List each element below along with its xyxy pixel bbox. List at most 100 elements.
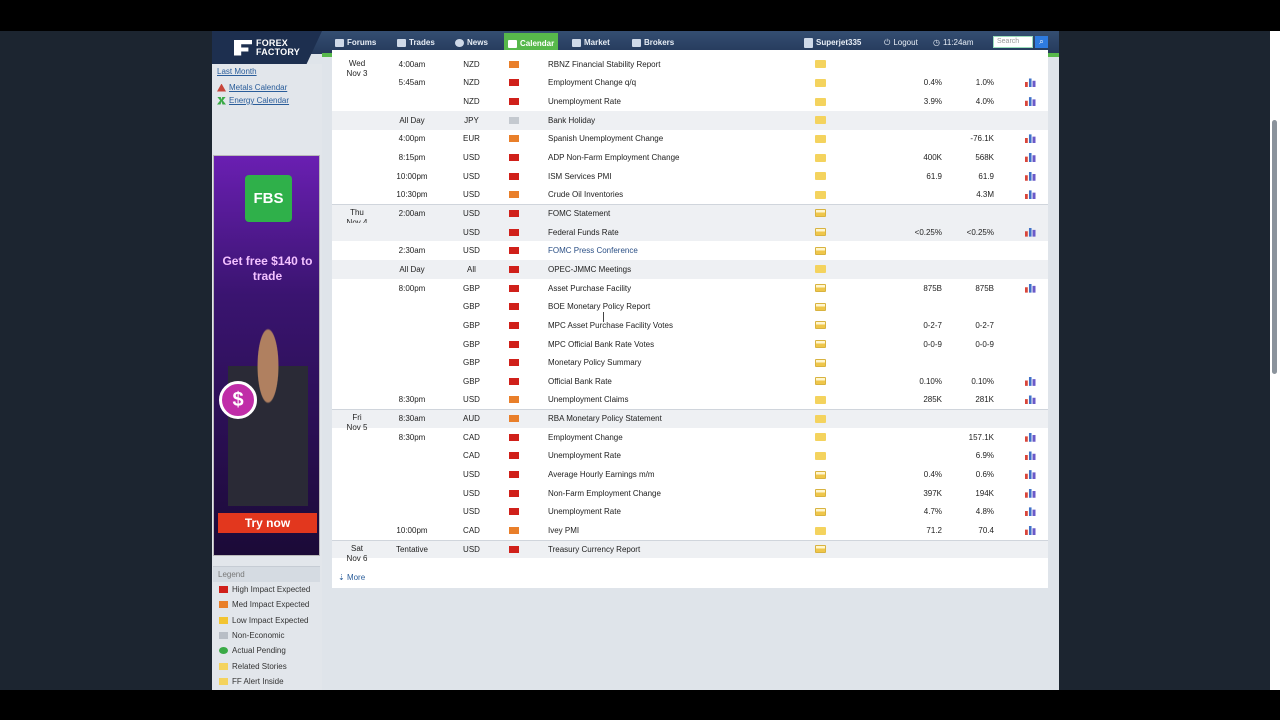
impact-icon[interactable] — [508, 186, 520, 205]
nav-brokers[interactable]: Brokers — [629, 34, 677, 51]
detail-folder-icon[interactable] — [814, 503, 826, 522]
event-name[interactable]: MPC Asset Purchase Facility Votes — [548, 316, 808, 335]
event-name[interactable]: Crude Oil Inventories — [548, 186, 808, 205]
impact-icon[interactable] — [508, 428, 520, 447]
event-name[interactable]: Unemployment Rate — [548, 447, 808, 466]
impact-icon[interactable] — [508, 279, 520, 298]
ad-try-now-button[interactable]: Try now — [218, 513, 317, 533]
graph-icon[interactable] — [1024, 167, 1036, 186]
detail-folder-icon[interactable] — [814, 428, 826, 447]
event-name[interactable]: Unemployment Rate — [548, 92, 808, 111]
event-name[interactable]: ADP Non-Farm Employment Change — [548, 148, 808, 167]
fbs-advertisement[interactable]: FBS Get free $140 to trade $ Try now — [213, 155, 320, 556]
detail-folder-icon[interactable] — [814, 353, 826, 372]
calendar-row[interactable]: Thu Nov 42:00amUSDFOMC Statement — [332, 204, 1048, 227]
scrollbar-thumb[interactable] — [1272, 120, 1277, 374]
calendar-row[interactable]: 5:45am NZD Employment Change q/q 0.4% 1.0% — [332, 74, 1048, 93]
impact-icon[interactable] — [508, 447, 520, 466]
calendar-row[interactable]: 10:00pm CAD Ivey PMI 71.2 70.4 — [332, 521, 1048, 540]
impact-icon[interactable] — [508, 297, 520, 316]
event-name[interactable]: FOMC Statement — [548, 204, 808, 223]
graph-icon[interactable] — [1024, 92, 1036, 111]
impact-icon[interactable] — [508, 223, 520, 242]
event-name[interactable]: Monetary Policy Summary — [548, 353, 808, 372]
calendar-row[interactable]: Fri Nov 5 8:30am AUD RBA Monetary Policy St… — [332, 409, 1048, 432]
event-name[interactable]: Spanish Unemployment Change — [548, 130, 808, 149]
event-name[interactable]: Unemployment Claims — [548, 391, 808, 410]
event-name[interactable]: RBA Monetary Policy Statement — [548, 409, 808, 428]
detail-folder-icon[interactable] — [814, 484, 826, 503]
detail-folder-icon[interactable] — [814, 372, 826, 391]
impact-icon[interactable] — [508, 316, 520, 335]
user-menu[interactable]: Superjet335 — [801, 34, 864, 51]
graph-icon[interactable] — [1024, 465, 1036, 484]
detail-folder-icon[interactable] — [814, 167, 826, 186]
detail-folder-icon[interactable] — [814, 186, 826, 205]
impact-icon[interactable] — [508, 465, 520, 484]
impact-icon[interactable] — [508, 148, 520, 167]
event-name[interactable]: FOMC Press Conference — [548, 242, 808, 261]
detail-folder-icon[interactable] — [814, 465, 826, 484]
search-input[interactable]: Search — [993, 36, 1033, 48]
calendar-row[interactable]: USD Unemployment Rate 4.7% 4.8% — [332, 503, 1048, 522]
event-name[interactable]: Ivey PMI — [548, 521, 808, 540]
detail-folder-icon[interactable] — [814, 409, 826, 428]
impact-icon[interactable] — [508, 242, 520, 261]
impact-icon[interactable] — [508, 111, 520, 130]
calendar-row[interactable]: CAD Unemployment Rate 6.9% — [332, 447, 1048, 466]
event-name[interactable]: Federal Funds Rate — [548, 223, 808, 242]
detail-folder-icon[interactable] — [814, 204, 826, 223]
calendar-row[interactable]: 8:30pm CAD Employment Change 157.1K — [332, 428, 1048, 447]
detail-folder-icon[interactable] — [814, 55, 826, 74]
impact-icon[interactable] — [508, 372, 520, 391]
detail-folder-icon[interactable] — [814, 130, 826, 149]
graph-icon[interactable] — [1024, 521, 1036, 540]
calendar-row[interactable]: 2:30am USD FOMC Press Conference — [332, 242, 1048, 261]
detail-folder-icon[interactable] — [814, 223, 826, 242]
calendar-row[interactable]: USD Federal Funds Rate <0.25% <0.25% — [332, 222, 1048, 242]
calendar-row[interactable]: USD Average Hourly Earnings m/m 0.4% 0.6% — [332, 465, 1048, 484]
event-name[interactable]: Employment Change — [548, 428, 808, 447]
calendar-row[interactable]: 8:30pm USD Unemployment Claims 285K 281K — [332, 391, 1048, 410]
more-link[interactable]: ⇣ More — [338, 573, 365, 582]
event-name[interactable]: ISM Services PMI — [548, 167, 808, 186]
detail-folder-icon[interactable] — [814, 74, 826, 93]
impact-icon[interactable] — [508, 74, 520, 93]
detail-folder-icon[interactable] — [814, 540, 826, 559]
detail-folder-icon[interactable] — [814, 92, 826, 111]
nav-market[interactable]: Market — [569, 34, 613, 51]
nav-forums[interactable]: Forums — [332, 34, 379, 51]
graph-icon[interactable] — [1024, 130, 1036, 149]
calendar-row[interactable]: 8:00pm GBP Asset Purchase Facility 875B 875B — [332, 279, 1048, 298]
impact-icon[interactable] — [508, 521, 520, 540]
graph-icon[interactable] — [1024, 148, 1036, 167]
event-name[interactable]: OPEC-JMMC Meetings — [548, 260, 808, 279]
graph-icon[interactable] — [1024, 74, 1036, 93]
graph-icon[interactable] — [1024, 372, 1036, 391]
event-name[interactable]: BOE Monetary Policy Report — [548, 297, 808, 316]
event-name[interactable]: Treasury Currency Report — [548, 540, 808, 559]
calendar-row[interactable]: GBP Official Bank Rate 0.10% 0.10% — [332, 372, 1048, 391]
calendar-row[interactable]: Sat Nov 6 Tentative USD Treasury Currency R… — [332, 539, 1048, 563]
graph-icon[interactable] — [1024, 279, 1036, 298]
event-name[interactable]: MPC Official Bank Rate Votes — [548, 335, 808, 354]
last-month-link[interactable]: Last Month — [217, 67, 257, 76]
impact-icon[interactable] — [508, 540, 520, 559]
event-name[interactable]: Unemployment Rate — [548, 503, 808, 522]
graph-icon[interactable] — [1024, 428, 1036, 447]
calendar-row[interactable]: 8:15pm USD ADP Non-Farm Employment Change 4… — [332, 148, 1048, 167]
graph-icon[interactable] — [1024, 223, 1036, 242]
calendar-row[interactable]: All Day All OPEC-JMMC Meetings — [332, 260, 1048, 279]
calendar-row[interactable]: GBP MPC Official Bank Rate Votes 0-0-9 0-0-… — [332, 335, 1048, 354]
impact-icon[interactable] — [508, 55, 520, 74]
calendar-row[interactable]: 4:00pm EUR Spanish Unemployment Change -76.… — [332, 130, 1048, 149]
calendar-row[interactable]: GBP BOE Monetary Policy Report — [332, 297, 1048, 316]
graph-icon[interactable] — [1024, 186, 1036, 205]
detail-folder-icon[interactable] — [814, 316, 826, 335]
graph-icon[interactable] — [1024, 391, 1036, 410]
impact-icon[interactable] — [508, 335, 520, 354]
calendar-row[interactable]: All Day JPY Bank Holiday — [332, 110, 1048, 130]
impact-icon[interactable] — [508, 204, 520, 223]
event-name[interactable]: RBNZ Financial Stability Report — [548, 55, 808, 74]
event-name[interactable]: Bank Holiday — [548, 111, 808, 130]
